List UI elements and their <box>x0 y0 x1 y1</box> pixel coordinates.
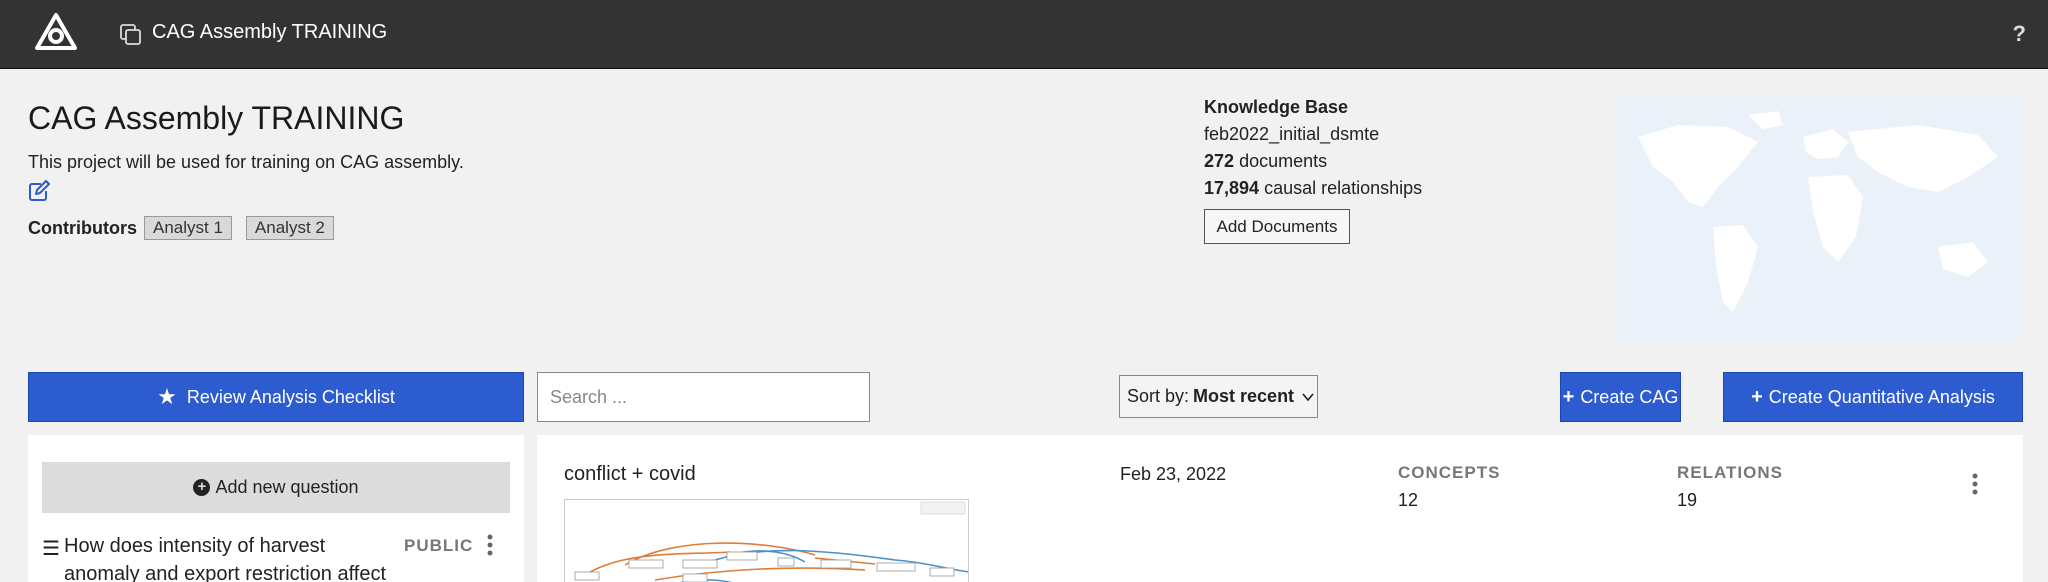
kb-relationships-count: 17,894 <box>1204 178 1260 198</box>
page-title: CAG Assembly TRAINING <box>28 100 405 136</box>
review-button-label: Review Analysis Checklist <box>186 386 395 407</box>
create-cag-button[interactable]: + Create CAG <box>1560 372 1681 422</box>
chevron-down-icon <box>1302 392 1314 401</box>
kb-documents-count: 272 <box>1204 151 1235 171</box>
question-text: How does intensity of harvest anomaly an… <box>64 535 387 582</box>
relations-count: 19 <box>1677 490 1698 510</box>
more-options-icon[interactable] <box>485 534 495 556</box>
plus-icon: + <box>1562 385 1575 408</box>
help-button[interactable]: ? <box>2013 21 2026 47</box>
contributors-label: Contributors <box>28 217 137 238</box>
sort-dropdown[interactable]: Sort by: Most recent <box>1119 375 1318 418</box>
project-copy-icon <box>120 24 141 45</box>
edit-icon[interactable] <box>28 180 50 202</box>
contributor-tag: Analyst 2 <box>245 216 334 240</box>
create-cag-label: Create CAG <box>1580 386 1679 407</box>
review-analysis-checklist-button[interactable]: ★ Review Analysis Checklist <box>28 372 524 422</box>
kb-name: feb2022_initial_dsmte <box>1204 124 1380 144</box>
cag-title[interactable]: conflict + covid <box>564 463 696 486</box>
project-name-link[interactable]: CAG Assembly TRAINING <box>152 21 387 44</box>
create-quant-label: Create Quantitative Analysis <box>1768 386 1995 407</box>
add-new-question-button[interactable]: + Add new question <box>42 462 510 513</box>
create-quantitative-analysis-button[interactable]: + Create Quantitative Analysis <box>1723 372 2023 422</box>
cag-card[interactable]: conflict + covid Feb 23, 2022 CONCEPTS 1… <box>537 435 2023 582</box>
concepts-count: 12 <box>1398 490 1419 510</box>
questions-panel: + Add new question ☰ How does intensity … <box>28 435 524 582</box>
knowledge-base-info: Knowledge Base feb2022_initial_dsmte 272… <box>1204 97 1422 205</box>
kb-relationships: 17,894 causal relationships <box>1204 178 1422 205</box>
relations-header: RELATIONS <box>1677 463 1783 482</box>
search-input[interactable] <box>537 372 870 422</box>
sort-value: Most recent <box>1193 386 1295 406</box>
world-map-graphic <box>1638 111 1998 312</box>
cag-thumbnail[interactable] <box>564 499 969 582</box>
plus-circle-icon: + <box>193 479 211 496</box>
add-question-label: Add new question <box>215 477 359 497</box>
kb-relationships-label: causal relationships <box>1264 178 1423 198</box>
sort-prefix: Sort by: <box>1127 386 1190 406</box>
plus-icon: + <box>1751 385 1763 408</box>
star-icon: ★ <box>157 384 177 409</box>
contributors-row: Contributors Analyst 1 Analyst 2 <box>28 215 348 241</box>
app-logo-icon[interactable] <box>34 12 78 52</box>
contributor-tag: Analyst 1 <box>143 216 232 240</box>
kb-documents: 272 documents <box>1204 151 1422 178</box>
cag-graph-preview <box>574 501 968 582</box>
kb-heading: Knowledge Base <box>1204 97 1349 117</box>
world-map[interactable] <box>1618 97 2022 343</box>
add-documents-button[interactable]: Add Documents <box>1204 209 1350 244</box>
cag-date: Feb 23, 2022 <box>1120 464 1227 484</box>
kb-documents-label: documents <box>1239 151 1328 171</box>
more-options-icon[interactable] <box>1970 473 1980 495</box>
drag-handle-icon[interactable]: ☰ <box>42 536 60 561</box>
visibility-badge: PUBLIC <box>404 536 474 555</box>
top-navbar: CAG Assembly TRAINING ? <box>0 0 2048 69</box>
project-description: This project will be used for training o… <box>28 152 464 172</box>
concepts-header: CONCEPTS <box>1398 463 1501 482</box>
